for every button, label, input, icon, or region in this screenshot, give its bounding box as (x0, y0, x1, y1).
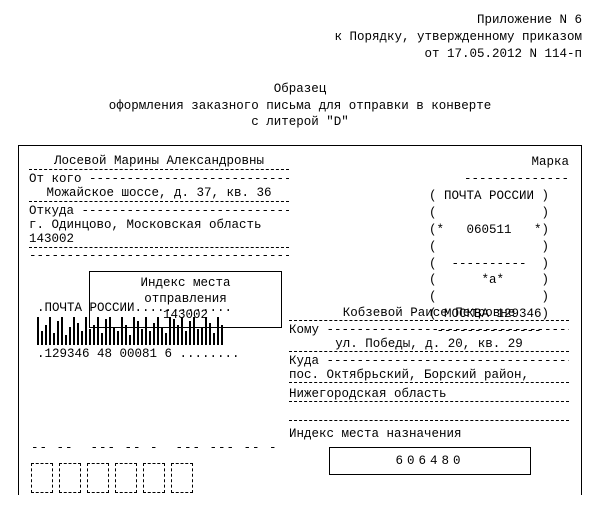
barcode-block: .ПОЧТА РОССИИ............. .129346 48 00… (37, 301, 240, 361)
barcode-label: .ПОЧТА РОССИИ............. (37, 301, 240, 315)
stamp-row: ( ) (429, 239, 569, 256)
dash-fill: ---------------------------------- (74, 204, 289, 218)
sender-name: Лосевой Марины Александровны (29, 154, 289, 170)
dest-where-label: Куда (289, 354, 319, 368)
barcode-bars (37, 317, 240, 345)
comb-cell (31, 463, 53, 493)
from-label: От кого (29, 172, 82, 186)
comb-cell (143, 463, 165, 493)
dash-fill (289, 406, 569, 421)
stamp-top-label: Марка (429, 154, 569, 171)
stamp-row: ( *a* ) (429, 272, 569, 289)
dash-fill: ------------------------------------ (29, 249, 289, 263)
attachment-header: Приложение N 6 к Порядку, утвержденному … (18, 12, 582, 63)
recipient-addr3: Нижегородская область (289, 387, 569, 402)
stamp-row: ( ) (429, 289, 569, 306)
envelope-frame: Лосевой Марины Александровны От кого ---… (18, 145, 582, 495)
where-label: Откуда (29, 204, 74, 218)
stamp-row: ( ---------- ) (429, 256, 569, 273)
to-label: Кому (289, 323, 319, 337)
recipient-addr2: пос. Октябрьский, Борский район, (289, 368, 569, 383)
comb-cell (115, 463, 137, 493)
header-line-3: от 17.05.2012 N 114-п (18, 46, 582, 63)
title-line-2: оформления заказного письма для отправки… (18, 98, 582, 115)
dash-fill: -------------- (429, 171, 569, 188)
recipient-index-box: 606480 (329, 447, 531, 475)
title-line-3: с литерой "D" (18, 114, 582, 131)
dash-fill: --------------------------------- (319, 354, 569, 368)
header-line-2: к Порядку, утвержденному приказом (18, 29, 582, 46)
dash-fill: --------------------------------- (319, 323, 569, 337)
sender-addr2: г. Одинцово, Московская область 143002 (29, 218, 289, 248)
title-line-1: Образец (18, 81, 582, 98)
recipient-block: Кобзевой Раисе Петровне Кому -----------… (289, 306, 569, 475)
stamp-row: (* 060511 *) (429, 222, 569, 239)
document-title: Образец оформления заказного письма для … (18, 81, 582, 132)
dash-fill: ---------------------------------- (82, 172, 289, 186)
recipient-index-label: Индекс места назначения (289, 427, 569, 441)
index-comb (31, 463, 193, 493)
stamp-row: ( ПОЧТА РОССИИ ) (429, 188, 569, 205)
recipient-name: Кобзевой Раисе Петровне (289, 306, 569, 321)
sender-addr1: Можайское шоссе, д. 37, кв. 36 (29, 186, 289, 202)
comb-cell (171, 463, 193, 493)
comb-cell (59, 463, 81, 493)
stamp-row: ( ) (429, 205, 569, 222)
header-line-1: Приложение N 6 (18, 12, 582, 29)
bottom-dashes: -- -- --- -- - --- --- -- - (31, 441, 281, 455)
barcode-digits: .129346 48 00081 6 ........ (37, 347, 240, 361)
comb-cell (87, 463, 109, 493)
recipient-addr1: ул. Победы, д. 20, кв. 29 (289, 337, 569, 352)
